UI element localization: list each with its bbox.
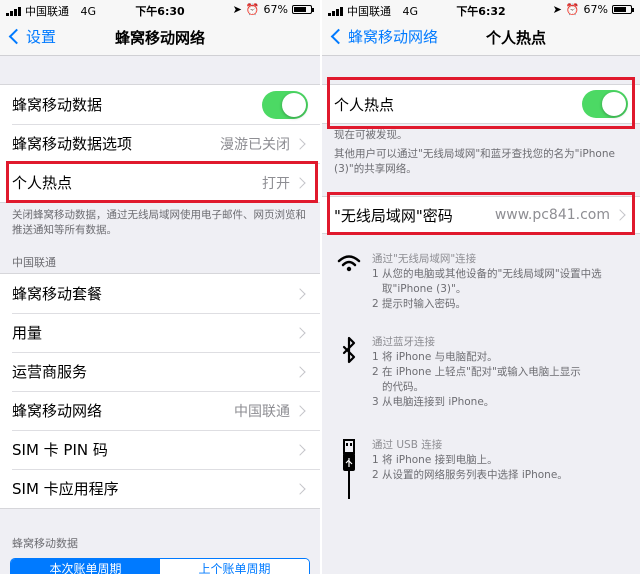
billing-period-segmented-control: 本次账单周期 上个账单周期	[10, 558, 310, 574]
carrier-group: 蜂窝移动套餐 用量 运营商服务 蜂窝移动网络 中国联通 SIM 卡 PIN 码 …	[0, 273, 320, 509]
row-usage[interactable]: 用量	[0, 313, 320, 352]
chevron-right-icon	[294, 443, 306, 456]
segment-current-period[interactable]: 本次账单周期	[11, 559, 160, 574]
bluetooth-instructions-text: 通过蓝牙连接 1 将 iPhone 与电脑配对。 2 在 iPhone 上轻点"…	[372, 336, 581, 408]
cellular-footer-note: 关闭蜂窝移动数据，通过无线局域网使用电子邮件、网页浏览和推送通知等所有数据。	[12, 209, 306, 236]
highlight-box	[6, 161, 318, 203]
status-right: ➤ ⏰ 67%	[552, 3, 634, 16]
discoverable-note: 现在可被发现。	[334, 129, 408, 141]
location-icon: ➤	[232, 3, 242, 16]
nav-bar: 设置 蜂窝移动网络	[0, 20, 320, 56]
alarm-icon: ⏰	[245, 3, 260, 16]
chevron-right-icon	[294, 287, 306, 300]
row-cellular-data[interactable]: 蜂窝移动数据	[0, 85, 320, 124]
wifi-icon	[337, 255, 361, 272]
status-bar: 中国联通 4G 下午6:30 ➤ ⏰ 67%	[0, 0, 320, 20]
chevron-left-icon	[330, 28, 347, 45]
chevron-right-icon	[294, 404, 306, 417]
row-cellular-plan[interactable]: 蜂窝移动套餐	[0, 274, 320, 313]
chevron-right-icon	[294, 326, 306, 339]
section-header-cellular-data: 蜂窝移动数据	[12, 537, 78, 550]
cellular-screen: 中国联通 4G 下午6:30 ➤ ⏰ 67% 设置 蜂窝移动网络 蜂窝移动数据 …	[0, 0, 320, 574]
chevron-right-icon	[294, 137, 306, 150]
highlight-box	[327, 77, 635, 129]
page-title: 蜂窝移动网络	[114, 29, 205, 47]
usb-cable-icon	[343, 439, 355, 499]
wifi-instructions-text: 通过"无线局域网"连接 1 从您的电脑或其他设备的"无线局域网"设置中选 取"i…	[372, 253, 602, 310]
row-sim-apps[interactable]: SIM 卡应用程序	[0, 469, 320, 508]
battery-icon	[292, 5, 314, 14]
hotspot-description: 其他用户可以通过"无线局域网"和蓝牙查找您的名为"iPhone (3)"的共享网…	[334, 148, 615, 175]
highlight-box	[327, 192, 635, 235]
row-carrier-services[interactable]: 运营商服务	[0, 352, 320, 391]
battery-percent: 67%	[583, 3, 608, 16]
battery-percent: 67%	[263, 3, 288, 16]
battery-icon	[612, 5, 634, 14]
chevron-right-icon	[294, 482, 306, 495]
row-cellular-network[interactable]: 蜂窝移动网络 中国联通	[0, 391, 320, 430]
chevron-right-icon	[294, 365, 306, 378]
bluetooth-icon	[342, 336, 356, 364]
alarm-icon: ⏰	[565, 3, 580, 16]
hotspot-screen: 中国联通 4G 下午6:32 ➤ ⏰ 67% 蜂窝移动网络 个人热点 个人热点 …	[322, 0, 640, 574]
status-bar: 中国联通 4G 下午6:32 ➤ ⏰ 67%	[322, 0, 640, 20]
nav-bar: 蜂窝移动网络 个人热点	[322, 20, 640, 56]
usb-instructions-text: 通过 USB 连接 1 将 iPhone 接到电脑上。 2 从设置的网络服务列表…	[372, 439, 568, 481]
page-title: 个人热点	[485, 29, 546, 47]
segment-last-period[interactable]: 上个账单周期	[160, 559, 309, 574]
status-right: ➤ ⏰ 67%	[232, 3, 314, 16]
cellular-data-toggle[interactable]	[262, 90, 308, 119]
row-sim-pin[interactable]: SIM 卡 PIN 码	[0, 430, 320, 469]
location-icon: ➤	[552, 3, 562, 16]
row-cellular-options[interactable]: 蜂窝移动数据选项 漫游已关闭	[0, 124, 320, 163]
section-header-carrier: 中国联通	[12, 256, 56, 269]
